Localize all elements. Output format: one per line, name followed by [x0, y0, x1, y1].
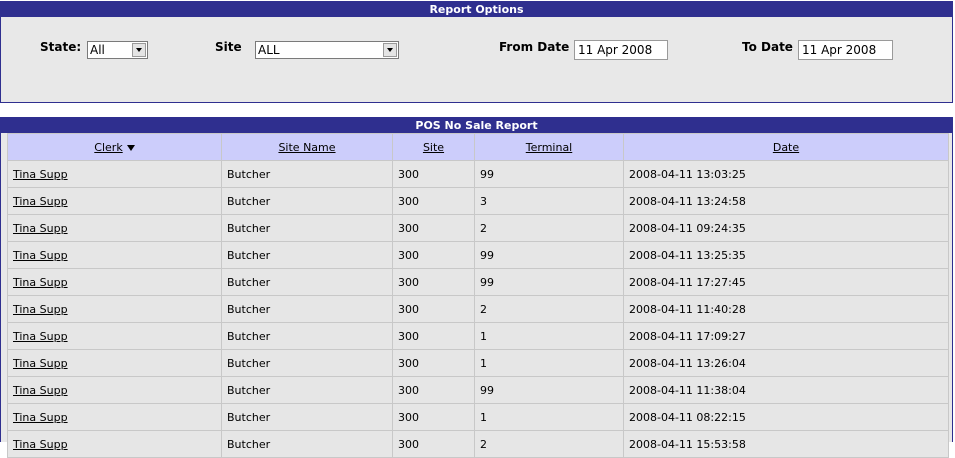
site-cell: 300	[393, 404, 474, 430]
state-select[interactable]: All	[87, 41, 148, 59]
site-label: Site	[215, 40, 242, 54]
chevron-down-icon[interactable]	[383, 43, 397, 57]
date-cell: 2008-04-11 11:38:04	[624, 377, 948, 403]
site-select[interactable]: ALL	[255, 41, 399, 59]
site-cell: 300	[393, 269, 474, 295]
clerk-cell[interactable]: Tina Supp	[8, 431, 221, 457]
terminal-cell: 1	[475, 323, 623, 349]
terminal-cell: 99	[475, 377, 623, 403]
table-row: Tina Supp Butcher 300 99 2008-04-11 17:27:45	[8, 269, 948, 295]
table-row: Tina Supp Butcher 300 2 2008-04-11 09:24:35	[8, 215, 948, 241]
report-table: Clerk Site Name Site Terminal Date Tina …	[7, 133, 949, 458]
site-name-cell: Butcher	[222, 377, 392, 403]
terminal-cell: 2	[475, 296, 623, 322]
state-label: State:	[40, 40, 82, 54]
table-row: Tina Supp Butcher 300 3 2008-04-11 13:24:58	[8, 188, 948, 214]
date-cell: 2008-04-11 13:26:04	[624, 350, 948, 376]
report-options-title: Report Options	[1, 2, 952, 17]
site-cell: 300	[393, 431, 474, 457]
table-row: Tina Supp Butcher 300 2 2008-04-11 15:53:58	[8, 431, 948, 457]
column-header-date[interactable]: Date	[624, 134, 948, 160]
chevron-down-icon[interactable]	[126, 144, 135, 151]
site-name-cell: Butcher	[222, 269, 392, 295]
to-date-input[interactable]: 11 Apr 2008	[798, 40, 893, 60]
column-header-clerk[interactable]: Clerk	[8, 134, 221, 160]
to-date-label: To Date	[742, 40, 793, 54]
terminal-cell: 99	[475, 161, 623, 187]
site-name-cell: Butcher	[222, 431, 392, 457]
clerk-cell[interactable]: Tina Supp	[8, 161, 221, 187]
clerk-cell[interactable]: Tina Supp	[8, 296, 221, 322]
terminal-cell: 99	[475, 269, 623, 295]
site-name-cell: Butcher	[222, 323, 392, 349]
date-cell: 2008-04-11 09:24:35	[624, 215, 948, 241]
date-cell: 2008-04-11 17:27:45	[624, 269, 948, 295]
clerk-cell[interactable]: Tina Supp	[8, 323, 221, 349]
site-name-cell: Butcher	[222, 404, 392, 430]
terminal-cell: 1	[475, 404, 623, 430]
table-row: Tina Supp Butcher 300 99 2008-04-11 11:38:04	[8, 377, 948, 403]
pos-no-sale-report-panel: POS No Sale Report Clerk Site Name Site …	[0, 117, 953, 458]
column-header-label[interactable]: Site Name	[278, 141, 335, 154]
date-cell: 2008-04-11 11:40:28	[624, 296, 948, 322]
from-date-label: From Date	[499, 40, 570, 54]
site-name-cell: Butcher	[222, 215, 392, 241]
terminal-cell: 2	[475, 431, 623, 457]
column-header-site-name[interactable]: Site Name	[222, 134, 392, 160]
state-select-value: All	[90, 43, 105, 57]
site-cell: 300	[393, 188, 474, 214]
site-name-cell: Butcher	[222, 242, 392, 268]
clerk-cell[interactable]: Tina Supp	[8, 269, 221, 295]
site-cell: 300	[393, 161, 474, 187]
table-header-row: Clerk Site Name Site Terminal Date	[8, 134, 948, 160]
site-cell: 300	[393, 242, 474, 268]
site-cell: 300	[393, 296, 474, 322]
column-header-label[interactable]: Date	[773, 141, 799, 154]
site-name-cell: Butcher	[222, 188, 392, 214]
clerk-cell[interactable]: Tina Supp	[8, 215, 221, 241]
date-cell: 2008-04-11 13:03:25	[624, 161, 948, 187]
terminal-cell: 1	[475, 350, 623, 376]
site-cell: 300	[393, 323, 474, 349]
table-row: Tina Supp Butcher 300 2 2008-04-11 11:40:28	[8, 296, 948, 322]
terminal-cell: 99	[475, 242, 623, 268]
column-header-site[interactable]: Site	[393, 134, 474, 160]
date-cell: 2008-04-11 13:25:35	[624, 242, 948, 268]
site-name-cell: Butcher	[222, 296, 392, 322]
site-cell: 300	[393, 377, 474, 403]
chevron-down-icon[interactable]	[132, 43, 146, 57]
table-row: Tina Supp Butcher 300 99 2008-04-11 13:25:35	[8, 242, 948, 268]
column-header-label[interactable]: Site	[423, 141, 444, 154]
clerk-cell[interactable]: Tina Supp	[8, 377, 221, 403]
site-select-value: ALL	[258, 43, 280, 57]
report-options-panel: Report Options State: All Site ALL From …	[0, 1, 953, 103]
site-cell: 300	[393, 350, 474, 376]
table-body: Tina Supp Butcher 300 99 2008-04-11 13:03:25…	[8, 161, 948, 457]
table-row: Tina Supp Butcher 300 1 2008-04-11 13:26:04	[8, 350, 948, 376]
clerk-cell[interactable]: Tina Supp	[8, 350, 221, 376]
table-row: Tina Supp Butcher 300 1 2008-04-11 17:09:27	[8, 323, 948, 349]
date-cell: 2008-04-11 17:09:27	[624, 323, 948, 349]
table-row: Tina Supp Butcher 300 99 2008-04-11 13:03:25	[8, 161, 948, 187]
terminal-cell: 3	[475, 188, 623, 214]
column-header-label[interactable]: Clerk	[94, 141, 122, 154]
date-cell: 2008-04-11 13:24:58	[624, 188, 948, 214]
site-cell: 300	[393, 215, 474, 241]
clerk-cell[interactable]: Tina Supp	[8, 242, 221, 268]
site-name-cell: Butcher	[222, 161, 392, 187]
table-row: Tina Supp Butcher 300 1 2008-04-11 08:22:15	[8, 404, 948, 430]
column-header-label[interactable]: Terminal	[526, 141, 573, 154]
date-cell: 2008-04-11 08:22:15	[624, 404, 948, 430]
clerk-cell[interactable]: Tina Supp	[8, 188, 221, 214]
terminal-cell: 2	[475, 215, 623, 241]
site-name-cell: Butcher	[222, 350, 392, 376]
date-cell: 2008-04-11 15:53:58	[624, 431, 948, 457]
report-title: POS No Sale Report	[1, 118, 952, 133]
from-date-input[interactable]: 11 Apr 2008	[574, 40, 668, 60]
clerk-cell[interactable]: Tina Supp	[8, 404, 221, 430]
column-header-terminal[interactable]: Terminal	[475, 134, 623, 160]
